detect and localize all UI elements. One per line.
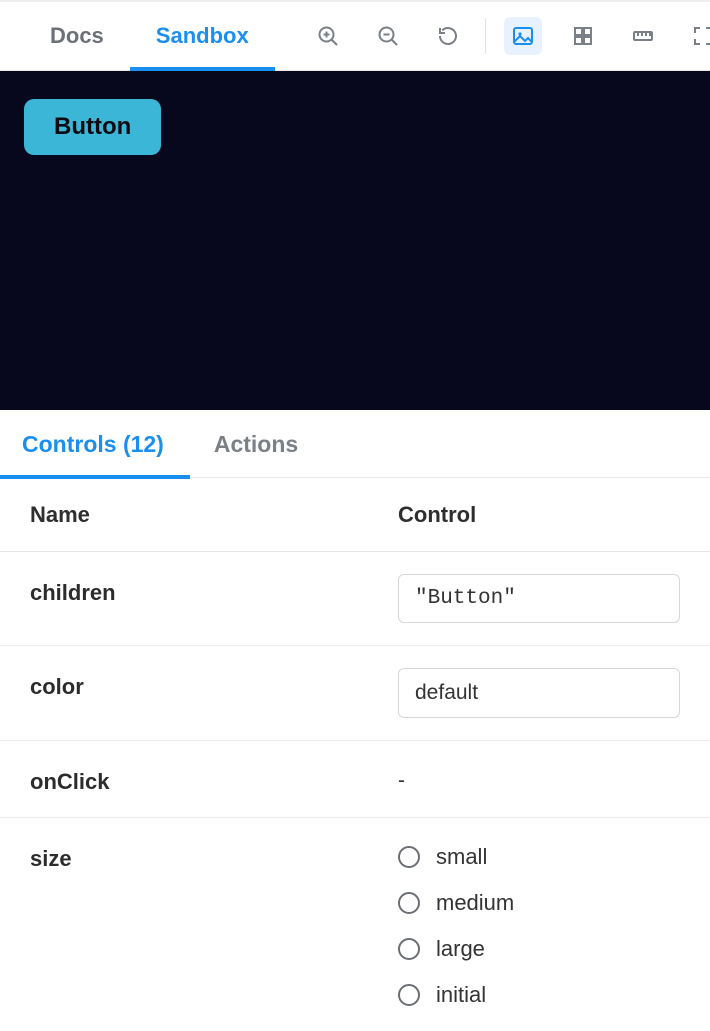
tab-docs[interactable]: Docs (24, 2, 130, 70)
onclick-value: - (398, 763, 680, 793)
tab-controls[interactable]: Controls (12) (22, 410, 164, 478)
grid-view-button[interactable] (564, 17, 602, 55)
size-option-label: medium (436, 890, 514, 916)
preview-button-label: Button (54, 113, 131, 140)
fullscreen-icon (691, 24, 710, 48)
image-view-button[interactable] (504, 17, 542, 55)
zoom-out-icon (376, 24, 400, 48)
prop-name-size: size (30, 840, 398, 872)
control-row-onclick: onClick - (0, 741, 710, 818)
size-option-label: large (436, 936, 485, 962)
control-row-color: color (0, 646, 710, 741)
prop-name-onclick: onClick (30, 763, 398, 795)
size-option-initial[interactable]: initial (398, 982, 680, 1008)
tab-actions[interactable]: Actions (214, 410, 298, 478)
view-tabs: Docs Sandbox (24, 2, 275, 70)
addon-panel-tabs: Controls (12) Actions (0, 410, 710, 478)
tab-docs-label: Docs (50, 23, 104, 49)
prop-name-color: color (30, 668, 398, 700)
tab-controls-label: Controls (12) (22, 431, 164, 457)
tab-sandbox-label: Sandbox (156, 23, 249, 49)
size-option-label: initial (436, 982, 486, 1008)
zoom-out-button[interactable] (369, 17, 407, 55)
tab-sandbox[interactable]: Sandbox (130, 2, 275, 70)
toolbar-icons (309, 17, 710, 55)
top-toolbar: Docs Sandbox (0, 0, 710, 71)
children-input[interactable] (398, 574, 680, 623)
radio-icon (398, 846, 420, 868)
size-option-label: small (436, 844, 487, 870)
zoom-in-icon (316, 24, 340, 48)
header-name: Name (30, 502, 398, 528)
ruler-icon (631, 24, 655, 48)
size-radio-group: small medium large initial (398, 840, 680, 1008)
fullscreen-button[interactable] (684, 17, 710, 55)
zoom-in-button[interactable] (309, 17, 347, 55)
size-option-small[interactable]: small (398, 844, 680, 870)
reset-zoom-icon (436, 24, 460, 48)
preview-canvas: Button (0, 71, 710, 410)
preview-button[interactable]: Button (24, 99, 161, 155)
radio-icon (398, 892, 420, 914)
control-row-size: size small medium large initial (0, 818, 710, 1030)
controls-table-header: Name Control (0, 478, 710, 552)
ruler-button[interactable] (624, 17, 662, 55)
toolbar-separator-2 (485, 18, 486, 54)
prop-name-children: children (30, 574, 398, 606)
reset-zoom-button[interactable] (429, 17, 467, 55)
header-control: Control (398, 502, 476, 528)
radio-icon (398, 938, 420, 960)
size-option-medium[interactable]: medium (398, 890, 680, 916)
color-select[interactable] (398, 668, 680, 718)
size-option-large[interactable]: large (398, 936, 680, 962)
tab-actions-label: Actions (214, 431, 298, 457)
image-view-icon (511, 24, 535, 48)
control-row-children: children (0, 552, 710, 646)
radio-icon (398, 984, 420, 1006)
grid-view-icon (571, 24, 595, 48)
